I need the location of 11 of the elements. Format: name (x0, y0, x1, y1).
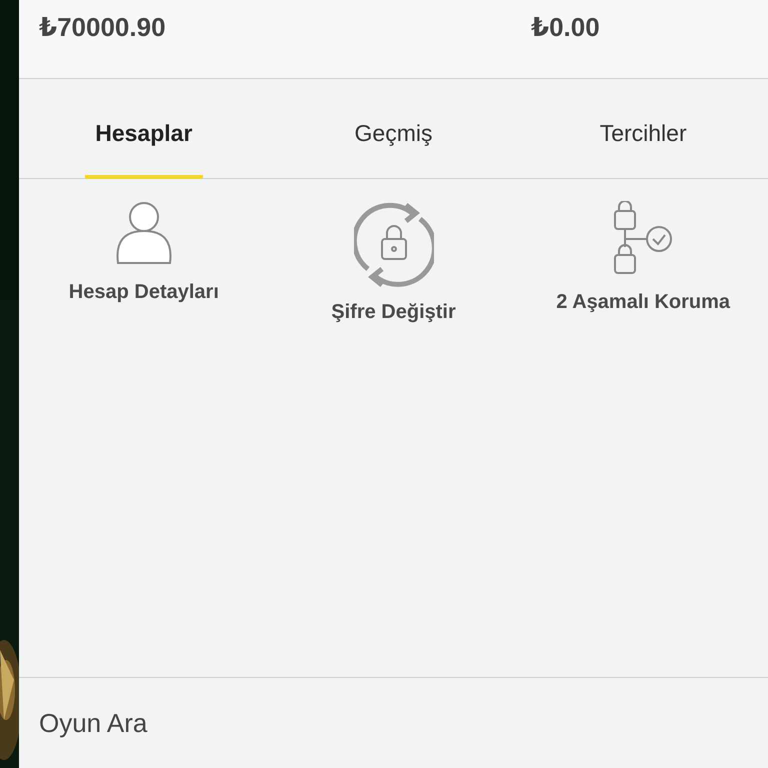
two-locks-check-icon (613, 201, 674, 277)
tab[interactable]: Hesaplar (84, 79, 203, 179)
action-label[interactable]: 2 Aşamalı Koruma (556, 291, 730, 314)
balance-amount: ₺70000.90 (39, 12, 167, 43)
search-label[interactable]: Oyun Ara (39, 708, 148, 738)
balance-amount: ₺0.00 (531, 12, 601, 43)
action-label[interactable]: Şifre Değiştir (331, 301, 456, 324)
action-label[interactable]: Hesap Detayları (68, 281, 219, 304)
lock-refresh-icon (354, 201, 434, 287)
tab[interactable]: Tercihler (584, 79, 702, 179)
tab[interactable]: Geçmiş (334, 79, 452, 179)
